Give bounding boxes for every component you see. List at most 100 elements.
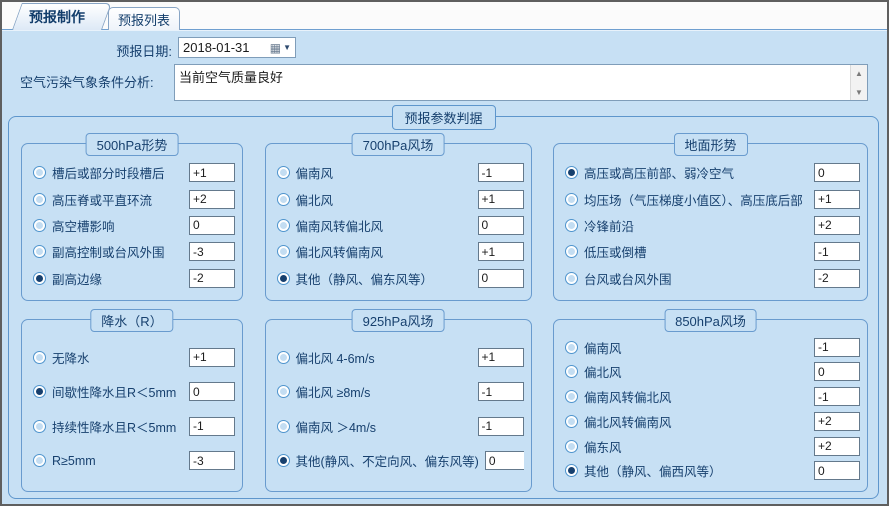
radio-selected-icon[interactable] — [565, 166, 578, 179]
option-row[interactable]: 偏北风转偏南风 — [277, 242, 524, 261]
option-label[interactable]: 其他（静风、偏西风等） — [584, 461, 722, 480]
option-score-input[interactable] — [814, 437, 860, 456]
radio-icon[interactable] — [33, 420, 46, 433]
option-label[interactable]: 低压或倒槽 — [584, 242, 647, 261]
option-score-input[interactable] — [189, 269, 235, 288]
radio-icon[interactable] — [33, 166, 46, 179]
option-score-input[interactable] — [189, 348, 235, 367]
radio-icon[interactable] — [33, 351, 46, 364]
tab-forecast-make[interactable]: 预报制作 — [12, 3, 102, 30]
option-row[interactable]: 冷锋前沿 — [565, 216, 860, 235]
option-score-input[interactable] — [189, 242, 235, 261]
option-row[interactable]: 高压脊或平直环流 — [33, 190, 235, 209]
scroll-up-icon[interactable]: ▲ — [851, 65, 867, 81]
option-score-input[interactable] — [478, 417, 524, 436]
option-label[interactable]: 间歇性降水且R＜5mm — [52, 382, 176, 401]
option-score-input[interactable] — [478, 242, 524, 261]
option-label[interactable]: 偏北风 ≥8m/s — [296, 382, 371, 401]
radio-icon[interactable] — [565, 219, 578, 232]
option-row[interactable]: 高空槽影响 — [33, 216, 235, 235]
option-row[interactable]: 无降水 — [33, 348, 235, 367]
option-label[interactable]: 偏东风 — [584, 437, 622, 456]
option-label[interactable]: 偏北风转偏南风 — [584, 412, 672, 431]
option-row[interactable]: 偏北风 4-6m/s — [277, 348, 524, 367]
option-score-input[interactable] — [814, 163, 860, 182]
radio-icon[interactable] — [277, 245, 290, 258]
option-label[interactable]: 冷锋前沿 — [584, 216, 634, 235]
option-row[interactable]: 间歇性降水且R＜5mm — [33, 382, 235, 401]
option-label[interactable]: 副高控制或台风外围 — [52, 242, 165, 261]
option-score-input[interactable] — [189, 382, 235, 401]
option-label[interactable]: 高压或高压前部、弱冷空气 — [584, 163, 734, 182]
option-label[interactable]: 偏南风 — [296, 163, 334, 182]
option-score-input[interactable] — [189, 451, 235, 470]
radio-icon[interactable] — [277, 166, 290, 179]
option-label[interactable]: 其他(静风、不定向风、偏东风等) — [296, 451, 479, 470]
option-score-input[interactable] — [814, 242, 860, 261]
option-label[interactable]: 副高边缘 — [52, 269, 102, 288]
option-label[interactable]: 无降水 — [52, 348, 90, 367]
option-score-input[interactable] — [814, 387, 860, 406]
option-label[interactable]: 偏北风 — [584, 362, 622, 381]
radio-selected-icon[interactable] — [33, 385, 46, 398]
option-row[interactable]: 偏南风转偏北风 — [565, 387, 860, 406]
option-row[interactable]: 偏南风 — [565, 338, 860, 357]
option-score-input[interactable] — [814, 362, 860, 381]
scroll-down-icon[interactable]: ▼ — [851, 84, 867, 100]
radio-icon[interactable] — [277, 420, 290, 433]
option-row[interactable]: 偏南风 ＞4m/s — [277, 417, 524, 436]
radio-icon[interactable] — [565, 341, 578, 354]
option-score-input[interactable] — [814, 216, 860, 235]
option-label[interactable]: 偏北风 — [296, 190, 334, 209]
option-score-input[interactable] — [814, 412, 860, 431]
option-row[interactable]: 均压场（气压梯度小值区）、高压底后部 — [565, 190, 860, 209]
radio-icon[interactable] — [33, 193, 46, 206]
option-row[interactable]: 高压或高压前部、弱冷空气 — [565, 163, 860, 182]
option-row[interactable]: 槽后或部分时段槽后 — [33, 163, 235, 182]
radio-icon[interactable] — [33, 219, 46, 232]
air-pollution-analysis-textarea[interactable]: 当前空气质量良好 ▲ ▼ — [174, 64, 868, 101]
chevron-down-icon[interactable]: ▼ — [283, 43, 291, 52]
option-label[interactable]: 台风或台风外围 — [584, 269, 672, 288]
radio-selected-icon[interactable] — [277, 454, 290, 467]
option-label[interactable]: 偏南风 — [584, 338, 622, 357]
calendar-icon[interactable]: ▦ — [270, 42, 281, 54]
option-score-input[interactable] — [478, 190, 524, 209]
radio-icon[interactable] — [277, 193, 290, 206]
option-score-input[interactable] — [189, 216, 235, 235]
option-row[interactable]: 偏北风转偏南风 — [565, 412, 860, 431]
option-row[interactable]: 偏东风 — [565, 437, 860, 456]
option-score-input[interactable] — [814, 461, 860, 480]
textarea-scrollbar[interactable]: ▲ ▼ — [850, 65, 867, 100]
radio-icon[interactable] — [33, 454, 46, 467]
option-row[interactable]: 偏北风 ≥8m/s — [277, 382, 524, 401]
option-row[interactable]: 其他（静风、偏东风等） — [277, 269, 524, 288]
radio-icon[interactable] — [565, 245, 578, 258]
option-row[interactable]: 其他(静风、不定向风、偏东风等) — [277, 451, 524, 470]
option-label[interactable]: 高压脊或平直环流 — [52, 190, 152, 209]
radio-icon[interactable] — [277, 351, 290, 364]
option-row[interactable]: 副高控制或台风外围 — [33, 242, 235, 261]
radio-icon[interactable] — [565, 440, 578, 453]
radio-selected-icon[interactable] — [565, 464, 578, 477]
option-score-input[interactable] — [189, 417, 235, 436]
option-row[interactable]: 台风或台风外围 — [565, 269, 860, 288]
forecast-date-picker[interactable]: 2018-01-31 ▦ ▼ — [178, 37, 296, 58]
option-score-input[interactable] — [814, 190, 860, 209]
option-label[interactable]: R≥5mm — [52, 454, 96, 468]
radio-icon[interactable] — [565, 365, 578, 378]
option-label[interactable]: 均压场（气压梯度小值区）、高压底后部 — [584, 190, 803, 209]
option-score-input[interactable] — [485, 451, 524, 470]
option-score-input[interactable] — [814, 338, 860, 357]
option-score-input[interactable] — [189, 190, 235, 209]
radio-icon[interactable] — [277, 385, 290, 398]
radio-icon[interactable] — [565, 390, 578, 403]
option-row[interactable]: 其他（静风、偏西风等） — [565, 461, 860, 480]
tab-forecast-list[interactable]: 预报列表 — [108, 7, 180, 30]
radio-selected-icon[interactable] — [277, 272, 290, 285]
option-score-input[interactable] — [814, 269, 860, 288]
option-label[interactable]: 其他（静风、偏东风等） — [296, 269, 434, 288]
option-label[interactable]: 偏北风 4-6m/s — [296, 348, 375, 367]
radio-icon[interactable] — [565, 272, 578, 285]
option-label[interactable]: 高空槽影响 — [52, 216, 115, 235]
